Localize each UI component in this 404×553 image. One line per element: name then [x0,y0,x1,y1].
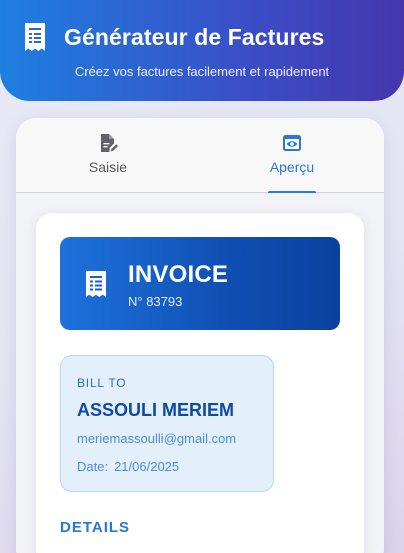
invoice-date: Date: 21/06/2025 [77,459,185,474]
bill-to-label: BILL TO [77,376,127,390]
eye-icon [283,135,301,151]
receipt-icon [86,271,106,297]
app-title: Générateur de Factures [64,23,325,50]
bill-to-box: BILL TO ASSOULI MERIEM meriemassoulli@gm… [60,355,274,492]
tab-bar: Saisie Aperçu [16,118,384,194]
tab-apercu[interactable]: Aperçu [200,118,384,194]
app-header: Générateur de Factures Créez vos facture… [0,0,404,101]
invoice-preview: INVOICE N° 83793 BILL TO ASSOULI MERIEM … [36,213,364,553]
invoice-title: INVOICE [128,261,229,288]
client-name: ASSOULI MERIEM [77,400,235,420]
date-value: 21/06/2025 [114,459,180,474]
details-heading: DETAILS [60,519,131,536]
tab-saisie-label: Saisie [88,159,128,175]
invoice-number: N° 83793 [128,294,183,309]
date-label: Date: [77,459,109,474]
receipt-icon [25,23,45,51]
tab-apercu-label: Aperçu [269,159,315,175]
edit-document-icon [101,134,118,152]
tab-saisie[interactable]: Saisie [16,118,200,193]
app-subtitle: Créez vos factures facilement et rapidem… [74,64,330,79]
main-card: Saisie Aperçu INVOICE N° 83793 BILL TO A… [16,118,384,553]
header-title-row: Générateur de Factures [22,22,324,52]
preview-area[interactable]: INVOICE N° 83793 BILL TO ASSOULI MERIEM … [16,193,384,553]
invoice-banner: INVOICE N° 83793 [60,237,340,330]
client-email: meriemassoulli@gmail.com [77,431,237,446]
